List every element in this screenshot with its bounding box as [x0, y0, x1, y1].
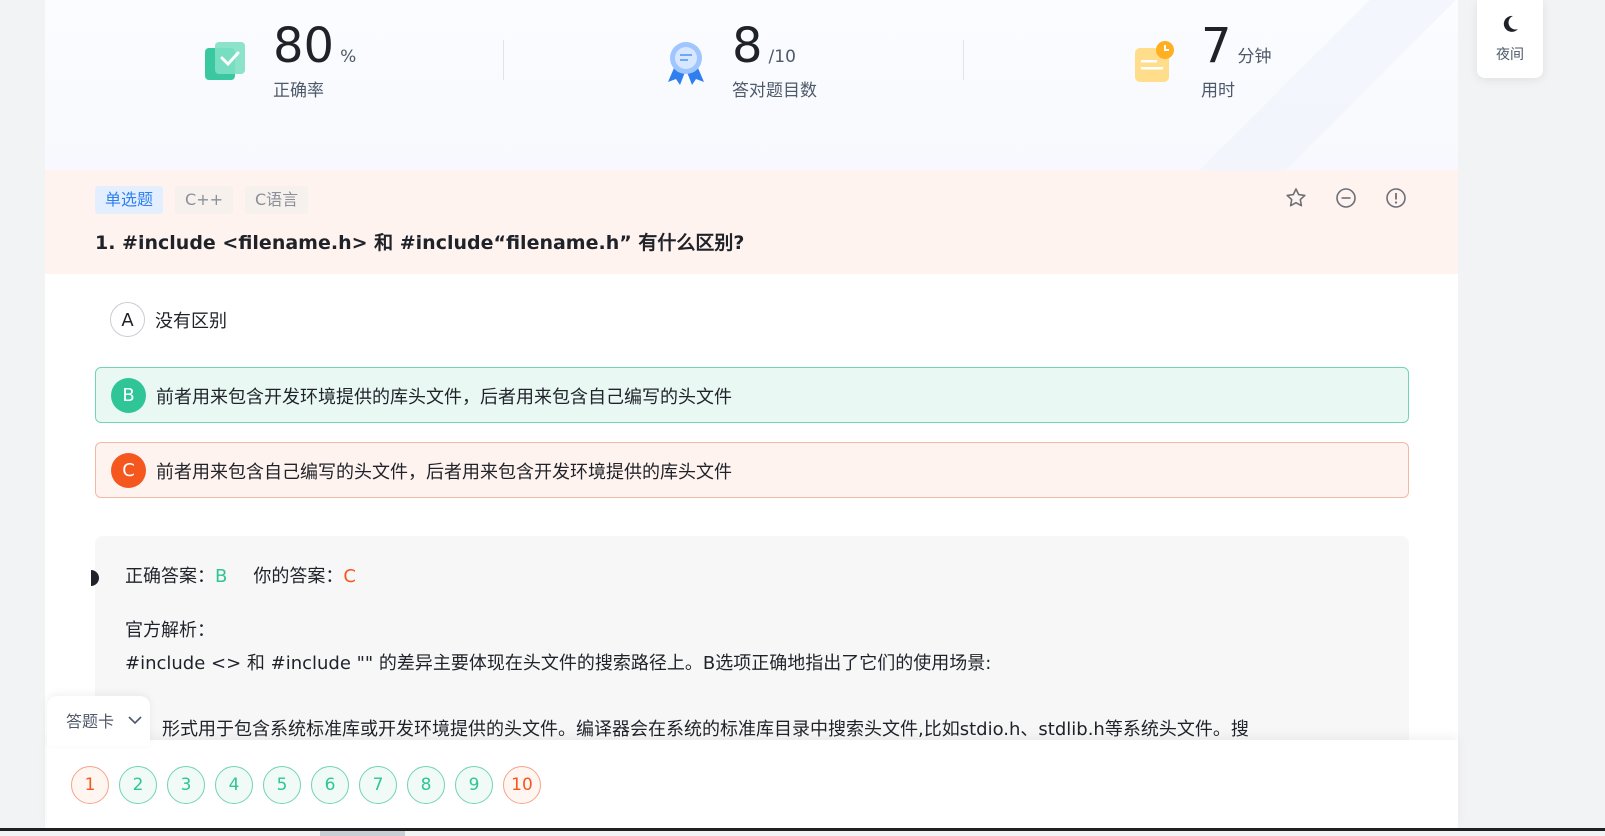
option-text: 前者用来包含自己编写的头文件，后者用来包含开发环境提供的库头文件	[156, 462, 732, 483]
option-letter: A	[110, 302, 145, 337]
option-text: 没有区别	[155, 311, 227, 332]
time-value: 7 分钟	[1201, 18, 1272, 74]
answer-card-item[interactable]: 10	[503, 766, 541, 804]
correct-count-label: 答对题目数	[732, 81, 817, 101]
night-mode-toggle[interactable]: 夜间	[1477, 0, 1543, 78]
option-b[interactable]: B 前者用来包含开发环境提供的库头文件，后者用来包含自己编写的头文件	[95, 367, 1409, 423]
question-header: 单选题 C++ C语言 1. #include <filename.h> 和 #…	[45, 170, 1458, 274]
question-tags: 单选题 C++ C语言	[95, 186, 309, 214]
answer-card-numbers: 1 2 3 4 5 6 7 8 9 10	[71, 766, 541, 804]
stat-divider	[963, 40, 964, 80]
tag-c-language: C语言	[245, 186, 309, 214]
chevron-down-icon	[128, 716, 142, 725]
option-letter: C	[111, 453, 146, 488]
window-bottom-border	[0, 828, 1605, 831]
option-letter: B	[111, 378, 146, 413]
answer-card-panel: 1 2 3 4 5 6 7 8 9 10	[47, 740, 1458, 828]
answer-card-item[interactable]: 3	[167, 766, 205, 804]
scrollbar-thumb[interactable]	[320, 831, 405, 836]
tag-cpp: C++	[175, 186, 233, 214]
explanation-title: 官方解析：	[125, 620, 215, 641]
option-a[interactable]: A 没有区别	[95, 292, 1409, 348]
answer-card-item[interactable]: 8	[407, 766, 445, 804]
stat-correct-count: 8/10 答对题目数	[662, 18, 882, 108]
quiz-result-page: 80% 正确率 8/10 答对题目数 7 分钟 用时 单选题 C++ C语言 1…	[45, 0, 1458, 828]
option-c[interactable]: C 前者用来包含自己编写的头文件，后者用来包含开发环境提供的库头文件	[95, 442, 1409, 498]
clock-note-icon	[1135, 41, 1174, 82]
tag-question-type: 单选题	[95, 186, 164, 214]
answer-card-item[interactable]: 5	[263, 766, 301, 804]
your-answer-value: C	[343, 566, 356, 587]
accuracy-value: 80%	[273, 18, 357, 74]
medal-icon	[668, 42, 704, 85]
option-text: 前者用来包含开发环境提供的库头文件，后者用来包含自己编写的头文件	[156, 387, 732, 408]
correct-count-value: 8/10	[732, 18, 796, 74]
time-label: 用时	[1201, 81, 1235, 101]
question-title: 1. #include <filename.h> 和 #include“file…	[95, 232, 745, 254]
alert-circle-icon[interactable]	[1384, 186, 1408, 210]
stat-divider	[503, 40, 504, 80]
question-actions	[1284, 186, 1408, 210]
answer-summary: 正确答案：B 你的答案：C	[125, 562, 356, 588]
answer-card-item[interactable]: 2	[119, 766, 157, 804]
answer-card-item[interactable]: 6	[311, 766, 349, 804]
stats-header: 80% 正确率 8/10 答对题目数 7 分钟 用时	[45, 0, 1458, 170]
stat-accuracy: 80% 正确率	[203, 18, 403, 108]
minus-circle-icon[interactable]	[1334, 186, 1358, 210]
answer-card-item[interactable]: 4	[215, 766, 253, 804]
answer-card-label: 答题卡	[66, 712, 115, 731]
stat-time: 7 分钟 用时	[1131, 18, 1351, 108]
correct-answer-value: B	[215, 566, 228, 587]
star-icon[interactable]	[1284, 186, 1308, 210]
answer-card-item[interactable]: 1	[71, 766, 109, 804]
your-answer-label: 你的答案：	[253, 566, 344, 587]
explanation-text: 形式用于包含系统标准库或开发环境提供的头文件。编译器会在系统的标准库目录中搜索头…	[162, 719, 1249, 740]
answer-card-item[interactable]: 7	[359, 766, 397, 804]
answer-card-toggle[interactable]: 答题卡	[47, 696, 150, 746]
accuracy-icon	[205, 42, 245, 80]
explanation-text: #include <> 和 #include "" 的差异主要体现在头文件的搜索…	[125, 653, 992, 674]
accuracy-label: 正确率	[273, 81, 324, 101]
answer-card-item[interactable]: 9	[455, 766, 493, 804]
moon-icon	[1503, 15, 1518, 32]
correct-answer-label: 正确答案：	[125, 566, 215, 587]
night-mode-label: 夜间	[1496, 47, 1524, 63]
analysis-marker	[91, 570, 99, 586]
